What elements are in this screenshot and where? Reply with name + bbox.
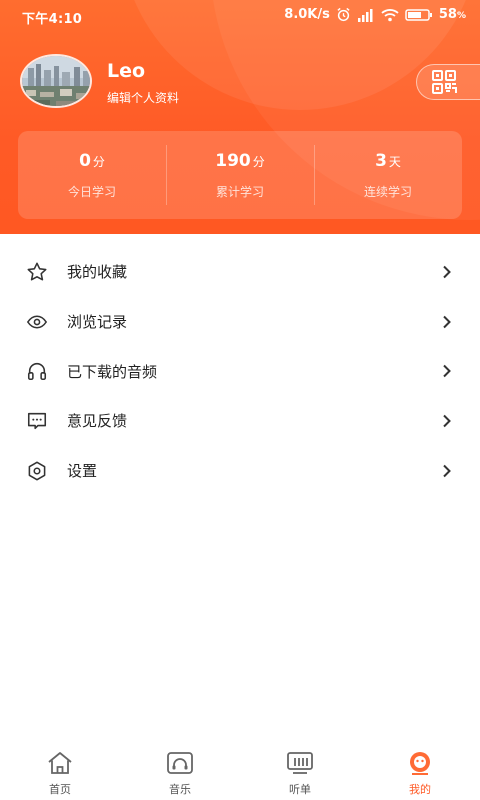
headphones-icon xyxy=(26,360,48,382)
menu-item-label: 我的收藏 xyxy=(67,263,128,282)
status-bar: 下午4:10 8.0K/s 58% xyxy=(0,0,480,32)
stat-value: 0 xyxy=(79,151,91,171)
settings-icon xyxy=(26,460,48,482)
menu-item-history[interactable]: 浏览记录 xyxy=(0,297,480,347)
cellular-signal-icon xyxy=(357,8,375,22)
menu-item-label: 已下载的音频 xyxy=(67,362,158,381)
stat-total: 190 分 累计学习 xyxy=(166,131,314,219)
settings-menu: 我的收藏 浏览记录 已下载的音频 意见反馈 设置 xyxy=(0,247,480,495)
star-icon xyxy=(26,261,48,283)
nav-tab-playlist[interactable]: 听单 xyxy=(240,741,360,800)
stat-label: 连续学习 xyxy=(363,185,412,199)
stat-unit: 分 xyxy=(252,155,265,169)
stat-streak: 3天 连续学习 xyxy=(314,131,462,219)
stat-label: 今日学习 xyxy=(67,185,116,199)
nav-tab-music[interactable]: 音乐 xyxy=(120,741,240,800)
playlist-icon xyxy=(286,751,314,775)
music-icon xyxy=(166,751,194,775)
chevron-right-icon xyxy=(443,315,451,328)
qr-code-button[interactable] xyxy=(416,64,480,100)
menu-item-feedback[interactable]: 意见反馈 xyxy=(0,396,480,446)
stat-unit: 天 xyxy=(388,155,401,169)
edit-profile-link[interactable]: 编辑个人资料 xyxy=(107,89,179,106)
wifi-icon xyxy=(381,8,399,22)
nav-label: 音乐 xyxy=(169,783,191,796)
stat-value: 3 xyxy=(375,151,387,171)
stat-value: 190 xyxy=(215,151,251,171)
nav-label: 首页 xyxy=(49,783,71,796)
nav-tab-profile[interactable]: 我的 xyxy=(360,741,480,800)
chevron-right-icon xyxy=(443,414,451,428)
profile-icon xyxy=(406,751,434,775)
eye-icon xyxy=(26,311,48,333)
stat-unit: 分 xyxy=(92,155,105,169)
feedback-icon xyxy=(26,410,48,432)
status-time: 下午4:10 xyxy=(22,12,83,27)
bottom-navigation: 首页 音乐 听单 我的 xyxy=(0,741,480,800)
stat-label: 累计学习 xyxy=(215,185,264,199)
stat-today: 0分 今日学习 xyxy=(18,131,166,219)
menu-item-favorites[interactable]: 我的收藏 xyxy=(0,247,480,297)
network-speed: 8.0K/s xyxy=(284,7,330,22)
battery-level: 58% xyxy=(438,7,466,22)
menu-item-label: 设置 xyxy=(67,462,98,481)
learning-stats-card: 0分 今日学习 190 分 累计学习 3天 连续学习 xyxy=(18,131,462,219)
nav-label: 我的 xyxy=(409,783,431,796)
nav-tab-home[interactable]: 首页 xyxy=(0,741,120,800)
home-icon xyxy=(46,751,74,775)
qr-code-icon xyxy=(432,70,457,94)
menu-item-downloads[interactable]: 已下载的音频 xyxy=(0,346,480,396)
chevron-right-icon xyxy=(443,464,451,477)
profile-header: 下午4:10 8.0K/s 58% Leo 编辑个人资料 0 分 今日学习 19… xyxy=(0,0,480,234)
battery-icon xyxy=(405,8,433,22)
menu-item-label: 意见反馈 xyxy=(67,412,128,431)
menu-item-settings[interactable]: 设置 xyxy=(0,446,480,496)
avatar-image xyxy=(22,56,90,106)
username: Leo xyxy=(107,60,146,82)
chevron-right-icon xyxy=(443,365,451,378)
menu-item-label: 浏览记录 xyxy=(67,313,128,332)
avatar[interactable] xyxy=(20,54,92,108)
chevron-right-icon xyxy=(443,265,451,279)
nav-label: 听单 xyxy=(289,783,311,796)
alarm-icon xyxy=(336,7,351,22)
